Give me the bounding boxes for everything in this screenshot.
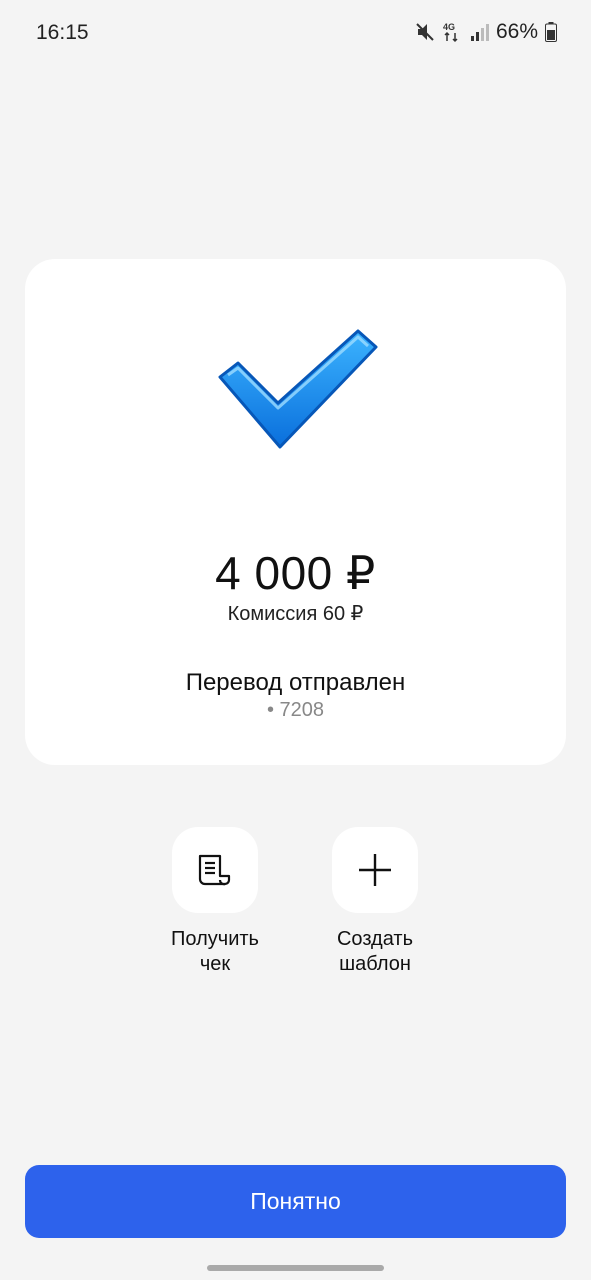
svg-text:4G: 4G [443, 22, 455, 32]
amount: 4 000 ₽ [215, 547, 376, 599]
ok-button[interactable]: Понятно [25, 1165, 566, 1238]
success-card: 4 000 ₽ Комиссия 60 ₽ Перевод отправлен … [25, 259, 566, 765]
receipt-icon [198, 854, 231, 886]
signal-icon [470, 24, 489, 41]
commission: Комиссия 60 ₽ [227, 603, 364, 625]
mute-icon [416, 23, 434, 41]
card-number: • 7208 [266, 699, 325, 721]
get-receipt-button[interactable] [172, 827, 258, 913]
create-template-button[interactable] [332, 827, 418, 913]
home-indicator[interactable] [207, 1265, 384, 1271]
transfer-success-screen: 16:15 4G 66% 4 000 ₽ Комиссия 60 ₽ Перев… [0, 0, 591, 1280]
battery-percent: 66% [495, 20, 538, 43]
plus-icon [359, 854, 391, 886]
status-icons: 4G 66% [415, 20, 557, 44]
status-time: 16:15 [36, 21, 89, 44]
battery-icon [545, 22, 557, 42]
status-bar: 16:15 4G 66% [0, 0, 591, 66]
transfer-status-title: Перевод отправлен [185, 669, 406, 696]
create-template-action[interactable]: Создать шаблон [310, 827, 440, 977]
network-4g-icon: 4G [443, 22, 458, 43]
get-receipt-label: Получить чек [171, 928, 259, 975]
check-icon [218, 329, 378, 449]
get-receipt-action[interactable]: Получить чек [150, 827, 280, 977]
create-template-label: Создать шаблон [336, 928, 413, 975]
